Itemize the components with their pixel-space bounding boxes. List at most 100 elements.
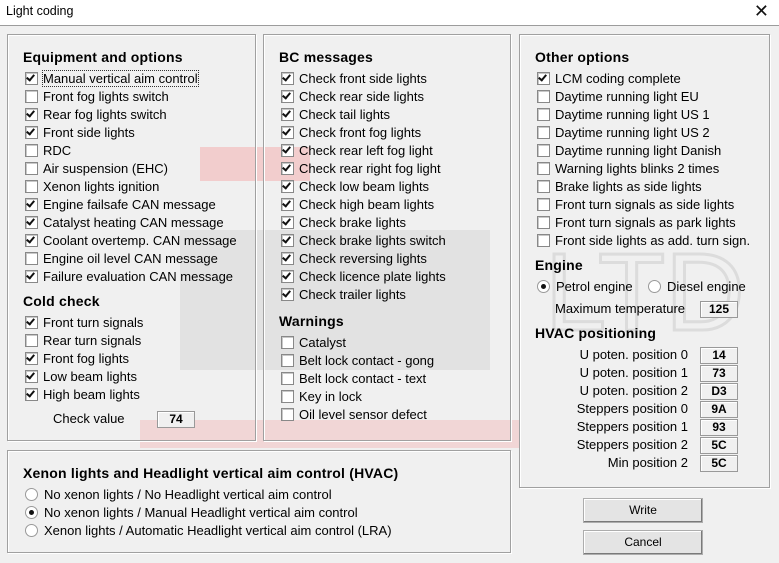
checkbox-unchecked[interactable] <box>25 144 38 157</box>
checkbox-item[interactable]: High beam lights <box>25 386 140 404</box>
checkbox-checked[interactable] <box>25 370 38 383</box>
checkbox-unchecked[interactable] <box>25 180 38 193</box>
checkbox-checked[interactable] <box>25 352 38 365</box>
checkbox-checked[interactable] <box>281 288 294 301</box>
checkbox-unchecked[interactable] <box>537 162 550 175</box>
checkbox-item[interactable]: LCM coding complete <box>537 70 681 88</box>
cancel-button[interactable]: Cancel <box>583 530 703 555</box>
checkbox-checked[interactable] <box>281 90 294 103</box>
checkbox-item[interactable]: Front fog lights <box>25 350 129 368</box>
checkbox-item[interactable]: Key in lock <box>281 388 362 406</box>
checkbox-item[interactable]: Front turn signals <box>25 314 143 332</box>
checkbox-unchecked[interactable] <box>25 162 38 175</box>
checkbox-unchecked[interactable] <box>537 144 550 157</box>
checkbox-unchecked[interactable] <box>537 198 550 211</box>
checkbox-item[interactable]: Low beam lights <box>25 368 137 386</box>
xenon-radio-option[interactable]: Xenon lights / Automatic Headlight verti… <box>25 522 392 540</box>
checkbox-item[interactable]: Check reversing lights <box>281 250 427 268</box>
checkbox-unchecked[interactable] <box>281 354 294 367</box>
close-icon[interactable]: ✕ <box>754 1 769 22</box>
checkbox-item[interactable]: Warning lights blinks 2 times <box>537 160 719 178</box>
checkbox-unchecked[interactable] <box>537 126 550 139</box>
radio-button[interactable] <box>25 488 38 501</box>
radio-diesel-engine[interactable]: Diesel engine <box>648 278 746 296</box>
checkbox-checked[interactable] <box>537 72 550 85</box>
checkbox-item[interactable]: Xenon lights ignition <box>25 178 159 196</box>
checkbox-item[interactable]: Belt lock contact - text <box>281 370 426 388</box>
checkbox-checked[interactable] <box>281 216 294 229</box>
xenon-radio-option[interactable]: No xenon lights / Manual Headlight verti… <box>25 504 358 522</box>
checkbox-unchecked[interactable] <box>537 180 550 193</box>
checkbox-checked[interactable] <box>281 180 294 193</box>
checkbox-item[interactable]: Front side lights <box>25 124 135 142</box>
checkbox-checked[interactable] <box>281 270 294 283</box>
checkbox-unchecked[interactable] <box>281 372 294 385</box>
write-button[interactable]: Write <box>583 498 703 523</box>
checkbox-checked[interactable] <box>25 198 38 211</box>
checkbox-unchecked[interactable] <box>25 334 38 347</box>
checkbox-item[interactable]: Check front side lights <box>281 70 427 88</box>
checkbox-checked[interactable] <box>281 144 294 157</box>
checkbox-checked[interactable] <box>281 126 294 139</box>
checkbox-item[interactable]: Failure evaluation CAN message <box>25 268 233 286</box>
checkbox-checked[interactable] <box>281 234 294 247</box>
checkbox-item[interactable]: Check rear left fog light <box>281 142 433 160</box>
checkbox-checked[interactable] <box>25 108 38 121</box>
checkbox-item[interactable]: Brake lights as side lights <box>537 178 702 196</box>
checkbox-item[interactable]: Daytime running light US 1 <box>537 106 710 124</box>
checkbox-item[interactable]: Daytime running light Danish <box>537 142 721 160</box>
checkbox-item[interactable]: Daytime running light EU <box>537 88 699 106</box>
checkbox-item[interactable]: Check rear right fog light <box>281 160 441 178</box>
checkbox-item[interactable]: Engine oil level CAN message <box>25 250 218 268</box>
checkbox-item[interactable]: Check brake lights switch <box>281 232 446 250</box>
checkbox-unchecked[interactable] <box>537 234 550 247</box>
checkbox-unchecked[interactable] <box>25 90 38 103</box>
checkbox-checked[interactable] <box>25 126 38 139</box>
checkbox-item[interactable]: Belt lock contact - gong <box>281 352 434 370</box>
checkbox-item[interactable]: Check licence plate lights <box>281 268 446 286</box>
checkbox-unchecked[interactable] <box>537 90 550 103</box>
checkbox-item[interactable]: Manual vertical aim control <box>25 70 199 88</box>
checkbox-item[interactable]: Front turn signals as side lights <box>537 196 734 214</box>
checkbox-checked[interactable] <box>25 388 38 401</box>
checkbox-unchecked[interactable] <box>281 408 294 421</box>
checkbox-item[interactable]: Check brake lights <box>281 214 406 232</box>
checkbox-item[interactable]: Oil level sensor defect <box>281 406 427 424</box>
checkbox-checked[interactable] <box>25 234 38 247</box>
checkbox-checked[interactable] <box>281 252 294 265</box>
checkbox-checked[interactable] <box>281 72 294 85</box>
checkbox-checked[interactable] <box>25 72 38 85</box>
checkbox-item[interactable]: Front turn signals as park lights <box>537 214 736 232</box>
checkbox-item[interactable]: Front fog lights switch <box>25 88 169 106</box>
checkbox-checked[interactable] <box>281 108 294 121</box>
checkbox-unchecked[interactable] <box>537 216 550 229</box>
checkbox-item[interactable]: RDC <box>25 142 71 160</box>
radio-button[interactable] <box>25 506 38 519</box>
checkbox-item[interactable]: Check front fog lights <box>281 124 421 142</box>
checkbox-item[interactable]: Rear fog lights switch <box>25 106 167 124</box>
checkbox-item[interactable]: Coolant overtemp. CAN message <box>25 232 237 250</box>
checkbox-item[interactable]: Check low beam lights <box>281 178 429 196</box>
radio-petrol-engine[interactable]: Petrol engine <box>537 278 633 296</box>
checkbox-item[interactable]: Check high beam lights <box>281 196 434 214</box>
checkbox-item[interactable]: Catalyst heating CAN message <box>25 214 224 232</box>
checkbox-item[interactable]: Check trailer lights <box>281 286 406 304</box>
checkbox-item[interactable]: Front side lights as add. turn sign. <box>537 232 750 250</box>
radio-button[interactable] <box>25 524 38 537</box>
checkbox-item[interactable]: Check rear side lights <box>281 88 424 106</box>
checkbox-unchecked[interactable] <box>537 108 550 121</box>
checkbox-checked[interactable] <box>25 316 38 329</box>
checkbox-unchecked[interactable] <box>281 390 294 403</box>
xenon-radio-option[interactable]: No xenon lights / No Headlight vertical … <box>25 486 332 504</box>
radio-button[interactable] <box>648 280 661 293</box>
checkbox-item[interactable]: Check tail lights <box>281 106 390 124</box>
checkbox-checked[interactable] <box>281 198 294 211</box>
radio-button[interactable] <box>537 280 550 293</box>
checkbox-checked[interactable] <box>25 270 38 283</box>
checkbox-item[interactable]: Engine failsafe CAN message <box>25 196 216 214</box>
checkbox-item[interactable]: Rear turn signals <box>25 332 141 350</box>
checkbox-unchecked[interactable] <box>25 252 38 265</box>
checkbox-checked[interactable] <box>281 162 294 175</box>
checkbox-checked[interactable] <box>25 216 38 229</box>
checkbox-item[interactable]: Catalyst <box>281 334 346 352</box>
